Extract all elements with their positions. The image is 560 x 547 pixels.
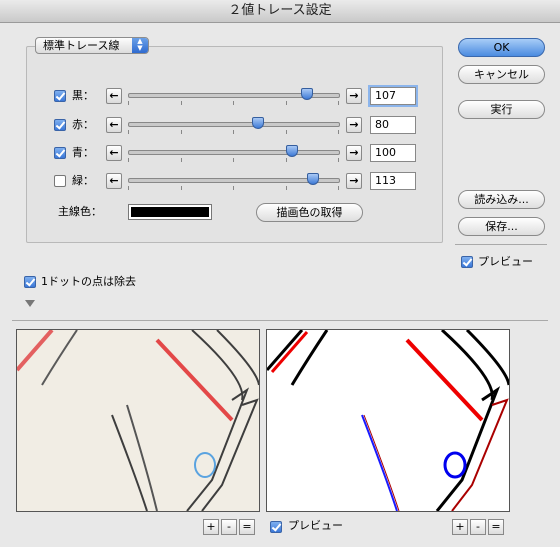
- increase-arrow-icon[interactable]: →: [346, 117, 362, 133]
- color-label: 黒：: [72, 89, 94, 102]
- preview-image-drawing: [265, 328, 511, 512]
- main-line-color-swatch[interactable]: [128, 204, 212, 220]
- slider-tick: [338, 158, 339, 162]
- zoom-fit-button-right[interactable]: =: [488, 519, 504, 535]
- slider-tick: [233, 130, 234, 134]
- load-button[interactable]: 読み込み...: [458, 190, 545, 209]
- decrease-arrow-icon[interactable]: ←: [106, 117, 122, 133]
- color-checkbox[interactable]: [54, 119, 66, 131]
- slider-tick: [128, 101, 129, 105]
- get-drawing-color-button[interactable]: 描画色の取得: [256, 203, 363, 222]
- threshold-slider-track[interactable]: [128, 150, 340, 155]
- threshold-slider-thumb[interactable]: [252, 117, 264, 129]
- color-row: 青： ← → 100: [0, 144, 560, 164]
- slider-tick: [233, 158, 234, 162]
- preview-checkbox[interactable]: [461, 256, 473, 268]
- slider-tick: [286, 186, 287, 190]
- slider-tick: [181, 101, 182, 105]
- zoom-in-button-left[interactable]: +: [203, 519, 219, 535]
- zoom-fit-button-left[interactable]: =: [239, 519, 255, 535]
- color-label: 赤：: [72, 118, 94, 131]
- color-checkbox[interactable]: [54, 147, 66, 159]
- slider-tick: [233, 186, 234, 190]
- color-label: 青：: [72, 146, 94, 159]
- bottom-preview-checkbox[interactable]: [270, 521, 282, 533]
- save-button[interactable]: 保存...: [458, 217, 545, 236]
- threshold-slider-thumb[interactable]: [301, 88, 313, 100]
- color-row: 緑： ← → 113: [0, 172, 560, 192]
- threshold-slider-thumb[interactable]: [286, 145, 298, 157]
- color-checkbox[interactable]: [54, 175, 66, 187]
- zoom-out-button-left[interactable]: -: [221, 519, 237, 535]
- remove-dots-label: 1ドットの点は除去: [41, 275, 136, 288]
- zoom-out-button-right[interactable]: -: [470, 519, 486, 535]
- remove-dots-checkbox[interactable]: [24, 276, 36, 288]
- preset-value: 標準トレース線: [43, 39, 120, 52]
- slider-tick: [286, 101, 287, 105]
- window-title: ２値トレース設定: [0, 0, 560, 23]
- color-row: 赤： ← → 80: [0, 116, 560, 136]
- slider-tick: [181, 130, 182, 134]
- increase-arrow-icon[interactable]: →: [346, 173, 362, 189]
- cancel-button[interactable]: キャンセル: [458, 65, 545, 84]
- color-checkbox[interactable]: [54, 90, 66, 102]
- threshold-value-input[interactable]: 107: [370, 87, 416, 105]
- main-line-color-label: 主線色：: [58, 205, 102, 218]
- threshold-value-input[interactable]: 113: [370, 172, 416, 190]
- slider-tick: [181, 158, 182, 162]
- slider-tick: [286, 158, 287, 162]
- increase-arrow-icon[interactable]: →: [346, 145, 362, 161]
- original-image[interactable]: [15, 328, 260, 512]
- color-label: 緑：: [72, 174, 94, 187]
- ok-button[interactable]: OK: [458, 38, 545, 57]
- slider-tick: [128, 186, 129, 190]
- slider-tick: [128, 130, 129, 134]
- threshold-value-input[interactable]: 100: [370, 144, 416, 162]
- slider-tick: [338, 101, 339, 105]
- slider-tick: [233, 101, 234, 105]
- zoom-in-button-right[interactable]: +: [452, 519, 468, 535]
- slider-tick: [286, 130, 287, 134]
- threshold-slider-track[interactable]: [128, 122, 340, 127]
- divider: [12, 320, 548, 321]
- decrease-arrow-icon[interactable]: ←: [106, 173, 122, 189]
- select-arrows-icon: ▲ ▼: [132, 38, 148, 53]
- decrease-arrow-icon[interactable]: ←: [106, 145, 122, 161]
- main-line-color-fill: [131, 207, 209, 217]
- preview-label: プレビュー: [478, 255, 533, 268]
- run-button[interactable]: 実行: [458, 100, 545, 119]
- slider-tick: [128, 158, 129, 162]
- threshold-slider-thumb[interactable]: [307, 173, 319, 185]
- slider-tick: [181, 186, 182, 190]
- bottom-preview-label: プレビュー: [288, 519, 343, 532]
- preview-image[interactable]: [265, 328, 511, 512]
- increase-arrow-icon[interactable]: →: [346, 88, 362, 104]
- divider: [455, 244, 547, 245]
- threshold-value-input[interactable]: 80: [370, 116, 416, 134]
- original-image-drawing: [15, 328, 260, 512]
- disclosure-triangle-icon[interactable]: [25, 300, 35, 307]
- slider-tick: [338, 130, 339, 134]
- decrease-arrow-icon[interactable]: ←: [106, 88, 122, 104]
- slider-tick: [338, 186, 339, 190]
- preset-select[interactable]: 標準トレース線 ▲ ▼: [35, 37, 149, 54]
